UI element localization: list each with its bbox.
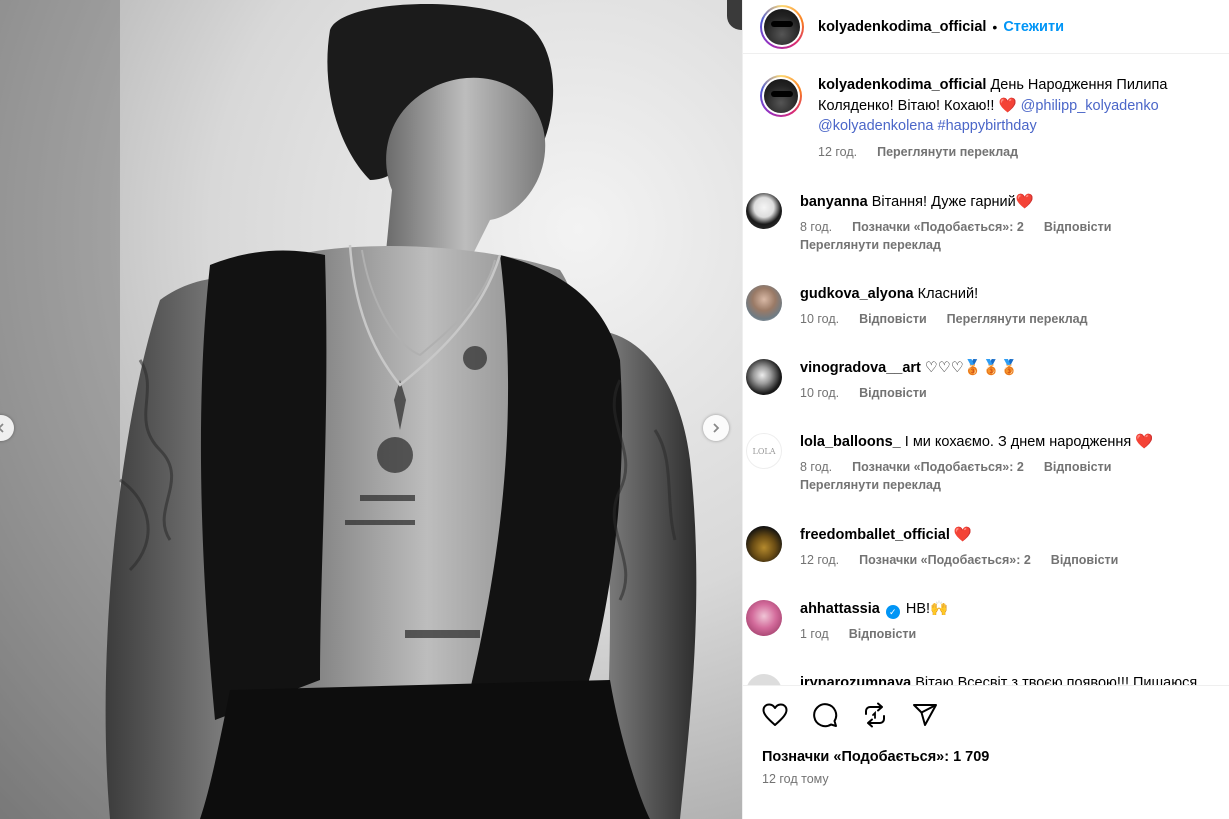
- raised-hands-emoji: 🙌: [930, 601, 949, 617]
- comment-time: 10 год.: [800, 312, 840, 326]
- like-button[interactable]: [760, 700, 790, 730]
- comment-time: 1 год: [800, 627, 829, 641]
- share-button[interactable]: [910, 700, 940, 730]
- heart-emoji: ❤️: [953, 527, 972, 543]
- avatar[interactable]: LOLA: [746, 433, 782, 469]
- comment-text: І ми кохаємо. З днем народження: [904, 434, 1132, 450]
- comment-text: НВ!: [905, 601, 931, 617]
- post-caption: kolyadenkodima_official День Народження …: [760, 55, 1229, 159]
- translate-link[interactable]: Переглянути переклад: [800, 478, 1210, 492]
- chevron-right-icon: [713, 423, 720, 433]
- comment-time: 12 год.: [800, 553, 840, 567]
- comment-likes-link[interactable]: Позначки «Подобається»: 2: [859, 553, 1031, 567]
- avatar[interactable]: [746, 674, 782, 685]
- comment-username[interactable]: ahhattassia: [800, 601, 880, 617]
- heart-emoji: ❤️: [1015, 194, 1034, 210]
- author-avatar[interactable]: [760, 4, 804, 49]
- comment-text: Вітання! Дуже гарний: [871, 194, 1016, 210]
- reply-button[interactable]: Відповісти: [849, 627, 917, 641]
- comment-username[interactable]: freedomballet_official: [800, 527, 950, 543]
- comment-lola-balloons: LOLA lola_balloons_ І ми кохаємо. З днем…: [743, 433, 1210, 492]
- avatar-logo-text: LOLA: [752, 446, 776, 456]
- verified-icon: ✓: [885, 605, 900, 619]
- comment-ahhattassia: ahhattassia ✓ НВ!🙌 1 год Відповісти: [743, 600, 1210, 641]
- next-photo-button[interactable]: [703, 415, 729, 441]
- likes-count[interactable]: Позначки «Подобається»: 1 709: [762, 749, 989, 765]
- repost-icon: [865, 702, 885, 728]
- comment-likes-link[interactable]: Позначки «Подобається»: 2: [852, 460, 1024, 474]
- reply-button[interactable]: Відповісти: [1044, 220, 1112, 234]
- reply-button[interactable]: Відповісти: [859, 386, 927, 400]
- hashtag-happybirthday[interactable]: #happybirthday: [938, 118, 1037, 134]
- comment-username[interactable]: banyanna: [800, 194, 868, 210]
- reply-button[interactable]: Відповісти: [1044, 460, 1112, 474]
- caption-translate-link[interactable]: Переглянути переклад: [877, 145, 1018, 159]
- caption-time: 12 год.: [818, 144, 858, 159]
- comment-likes-link[interactable]: Позначки «Подобається»: 2: [852, 220, 1024, 234]
- post-header: kolyadenkodima_official • Стежити: [743, 0, 1229, 54]
- photo-illustration: [0, 0, 697, 819]
- reply-button[interactable]: Відповісти: [859, 312, 927, 326]
- translate-link[interactable]: Переглянути переклад: [947, 312, 1088, 326]
- follow-button[interactable]: Стежити: [1003, 19, 1064, 35]
- comment-text: Вітаю Всесвіт з твоєю появою!!! Пишаюся: [915, 675, 1198, 685]
- translate-link[interactable]: Переглянути переклад: [800, 238, 1210, 252]
- heart-icon: [762, 703, 788, 726]
- post-time: 12 год тому: [762, 772, 829, 786]
- chevron-left-icon: [0, 423, 4, 433]
- comment-gudkova-alyona: gudkova_alyona Класний! 10 год. Відповіс…: [743, 285, 1210, 326]
- comment-username[interactable]: lola_balloons_: [800, 434, 901, 450]
- comment-vinogradova-art: vinogradova__art ♡♡♡🥉🥉🥉 10 год. Відповіс…: [743, 359, 1210, 400]
- comment-username[interactable]: gudkova_alyona: [800, 286, 914, 302]
- avatar[interactable]: [746, 526, 782, 562]
- post-actions: [760, 700, 940, 730]
- comment-button[interactable]: [810, 700, 840, 730]
- comment-freedomballet: freedomballet_official ❤️ 12 год. Познач…: [743, 526, 1210, 567]
- reply-button[interactable]: Відповісти: [1051, 553, 1119, 567]
- heart-emoji: ❤️: [1135, 434, 1154, 450]
- mention-kolyadenkolena[interactable]: @kolyadenkolena: [818, 118, 934, 134]
- author-username[interactable]: kolyadenkodima_official: [818, 19, 986, 35]
- comment-text: Класний!: [917, 286, 979, 302]
- caption-heart-emoji: ❤️: [998, 97, 1017, 114]
- mention-philipp[interactable]: @philipp_kolyadenko: [1021, 98, 1159, 114]
- post-photo[interactable]: [0, 0, 742, 819]
- repost-button[interactable]: [860, 700, 890, 730]
- comment-username[interactable]: vinogradova__art: [800, 360, 921, 376]
- comment-irynarozumnaya: irynarozumnaya Вітаю Всесвіт з твоєю поя…: [743, 674, 1229, 685]
- header-separator: •: [992, 18, 998, 35]
- caption-author-avatar[interactable]: [760, 75, 802, 117]
- post-side-panel: kolyadenkodima_official • Стежити kolyad…: [742, 0, 1229, 819]
- comment-time: 10 год.: [800, 386, 840, 400]
- caption-username[interactable]: kolyadenkodima_official: [818, 77, 986, 93]
- comment-text: ♡♡♡🥉🥉🥉: [924, 360, 1019, 376]
- comment-banyanna: banyanna Вітання! Дуже гарний❤️ 8 год. П…: [743, 193, 1210, 252]
- share-icon: [913, 704, 937, 726]
- comment-time: 8 год.: [800, 460, 833, 474]
- comments-list[interactable]: kolyadenkodima_official День Народження …: [743, 55, 1229, 685]
- avatar[interactable]: [746, 600, 782, 636]
- avatar[interactable]: [746, 359, 782, 395]
- avatar[interactable]: [746, 193, 782, 229]
- avatar[interactable]: [746, 285, 782, 321]
- comment-icon: [813, 703, 838, 728]
- comment-time: 8 год.: [800, 220, 833, 234]
- comment-username[interactable]: irynarozumnaya: [800, 675, 911, 685]
- actions-divider: [743, 685, 1229, 686]
